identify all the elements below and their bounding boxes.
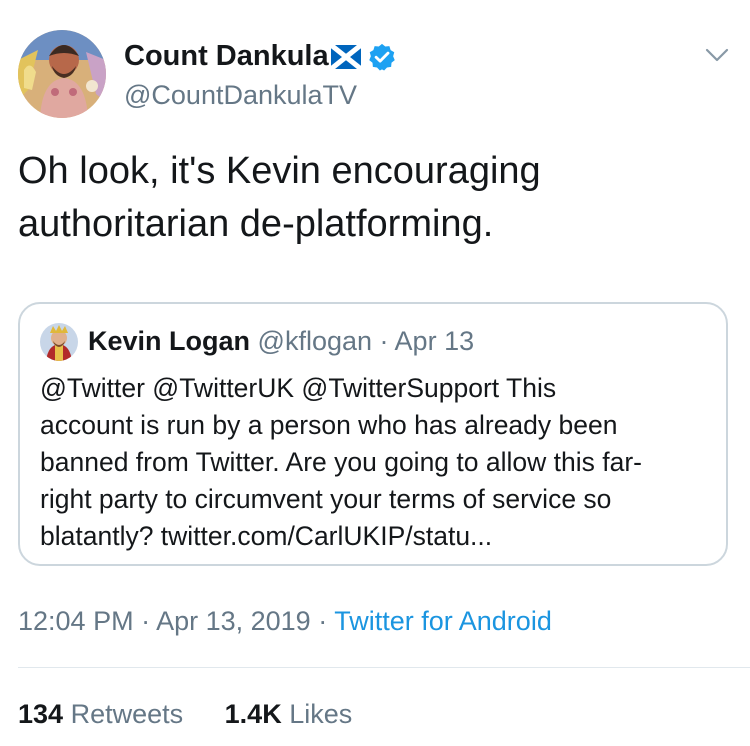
quoted-handle[interactable]: @kflogan: [258, 326, 372, 356]
tweet-text-line: Oh look, it's Kevin encouraging: [18, 150, 541, 192]
meta-separator: ·: [318, 606, 328, 636]
tweet-source-link[interactable]: Twitter for Android: [334, 606, 552, 636]
retweets-stat[interactable]: 134 Retweets: [18, 699, 191, 729]
likes-stat[interactable]: 1.4K Likes: [225, 699, 353, 729]
quoted-text: @Twitter @TwitterUK @TwitterSupport This…: [40, 370, 710, 555]
quoted-text-line: account is run by a person who has alrea…: [40, 410, 618, 440]
author-handle[interactable]: @CountDankulaTV: [124, 80, 357, 111]
quoted-text-line: blatantly? twitter.com/CarlUKIP/statu...: [40, 521, 493, 551]
quoted-tweet[interactable]: Kevin Logan @kflogan · Apr 13 @Twitter @…: [18, 302, 728, 566]
verified-badge-icon: [367, 42, 397, 72]
author-display-name[interactable]: Count Dankula: [124, 40, 329, 73]
scotland-flag-icon: [329, 42, 363, 71]
tweet-text-line: authoritarian de-platforming.: [18, 203, 494, 245]
likes-label: Likes: [289, 699, 353, 729]
quoted-text-line: banned from Twitter. Are you going to al…: [40, 447, 642, 477]
retweets-label: Retweets: [70, 699, 184, 729]
tweet-text: Oh look, it's Kevin encouraging authorit…: [18, 145, 718, 251]
tweet-meta: 12:04 PM · Apr 13, 2019 · Twitter for An…: [18, 606, 552, 637]
tweet-card: Count Dankula @CountDankulaTV Oh look, i…: [0, 0, 750, 746]
chevron-down-icon[interactable]: [700, 38, 734, 72]
quoted-text-line: @Twitter @TwitterUK @TwitterSupport This: [40, 373, 557, 403]
author-avatar[interactable]: [18, 30, 106, 118]
tweet-stats: 134 Retweets 1.4K Likes: [18, 699, 352, 730]
quoted-date[interactable]: Apr 13: [395, 326, 475, 356]
quoted-author-avatar[interactable]: [40, 323, 78, 361]
quoted-separator: ·: [379, 326, 389, 356]
author-name-row: Count Dankula: [124, 40, 397, 73]
quoted-text-line: right party to circumvent your terms of …: [40, 484, 612, 514]
tweet-timestamp[interactable]: 12:04 PM · Apr 13, 2019: [18, 606, 311, 636]
quoted-header: Kevin Logan @kflogan · Apr 13: [88, 326, 474, 357]
retweets-count: 134: [18, 699, 64, 729]
likes-count: 1.4K: [224, 699, 282, 729]
divider: [18, 667, 750, 668]
quoted-display-name[interactable]: Kevin Logan: [88, 326, 250, 356]
